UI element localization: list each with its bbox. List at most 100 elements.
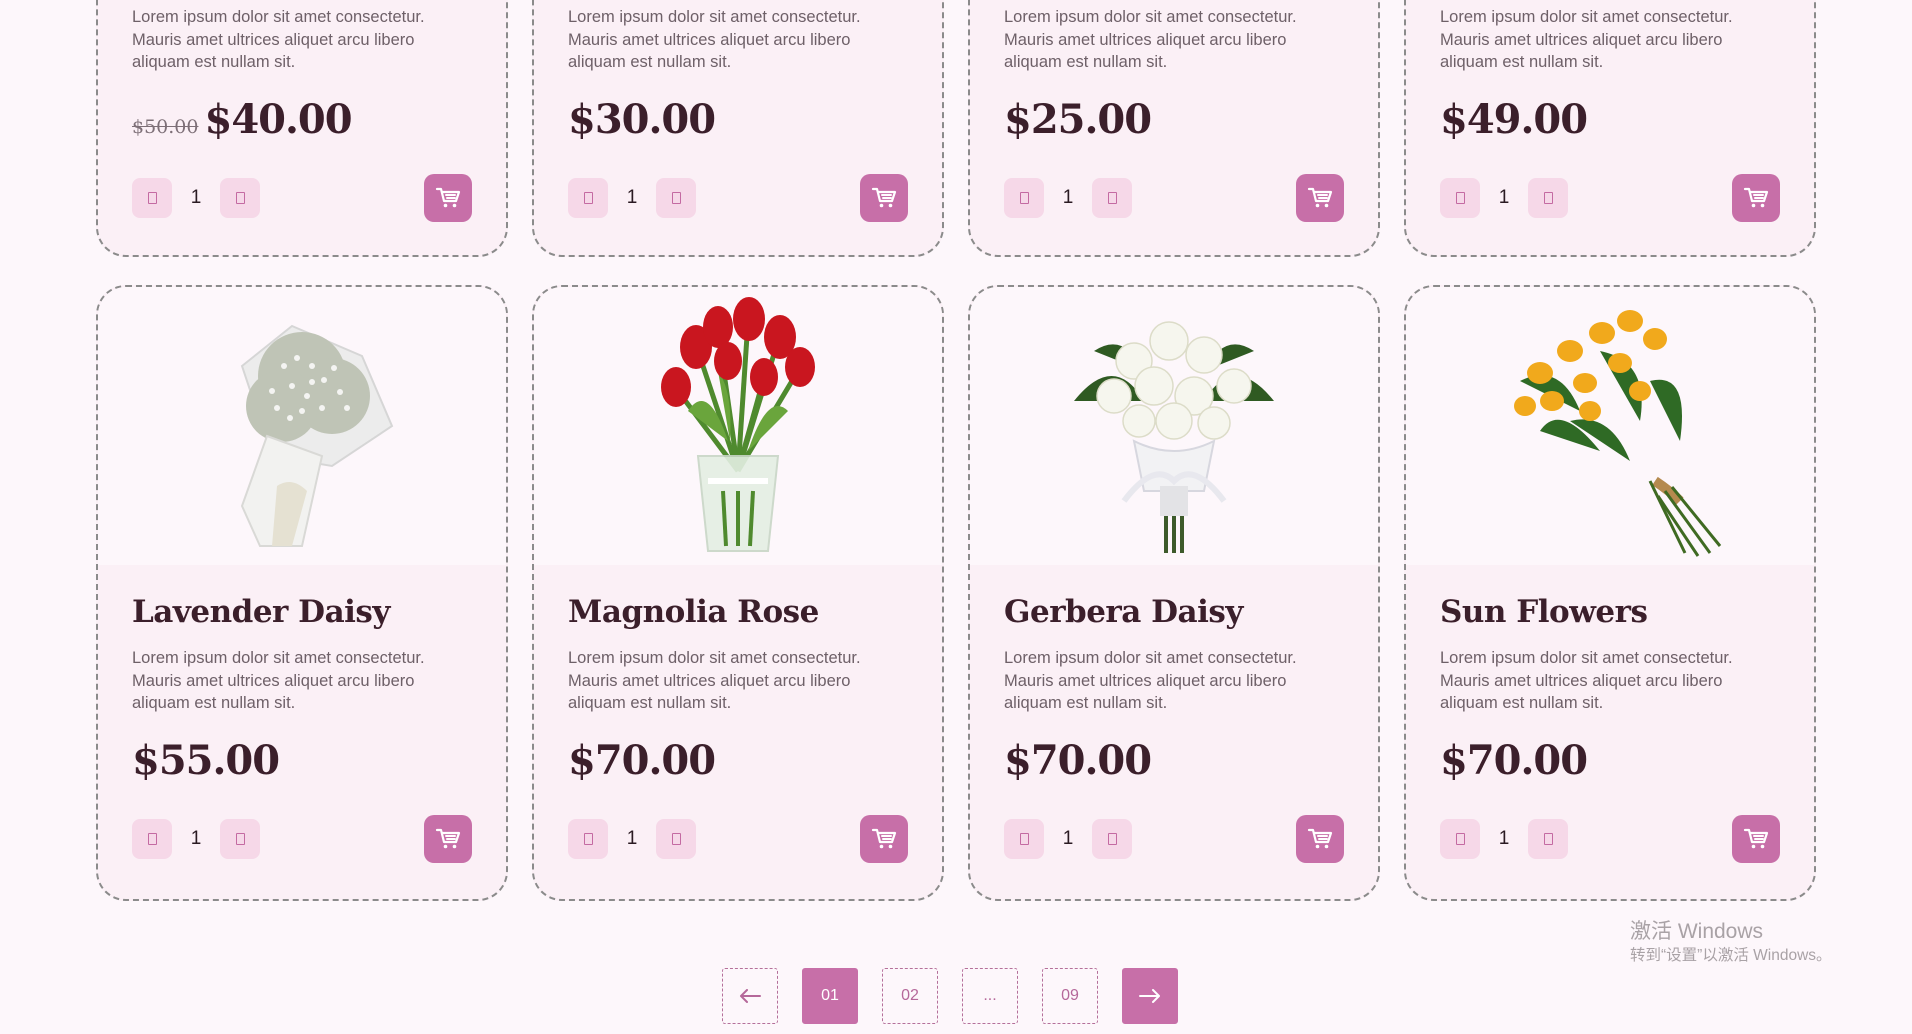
increment-button[interactable] bbox=[220, 818, 260, 859]
increment-button[interactable] bbox=[220, 177, 260, 218]
page-button-09[interactable]: 09 bbox=[1042, 968, 1098, 1024]
quantity-stepper: 1 bbox=[568, 177, 696, 218]
windows-activation-watermark: 激活 Windows 转到“设置”以激活 Windows。 bbox=[1630, 918, 1832, 966]
product-card: Lorem ipsum dolor sit amet consectetur. … bbox=[96, 0, 508, 257]
add-to-cart-button[interactable] bbox=[1296, 814, 1344, 863]
product-price: $70.00 bbox=[1004, 736, 1152, 784]
quantity-stepper: 1 bbox=[1004, 818, 1132, 859]
quantity-value: 1 bbox=[190, 186, 202, 208]
product-info: Lavender Daisy Lorem ipsum dolor sit ame… bbox=[98, 565, 506, 863]
cart-icon bbox=[871, 187, 897, 207]
product-card: Gerbera Daisy Lorem ipsum dolor sit amet… bbox=[968, 285, 1380, 901]
plus-icon bbox=[671, 832, 681, 845]
plus-icon bbox=[1543, 191, 1553, 204]
increment-button[interactable] bbox=[656, 818, 696, 859]
add-to-cart-button[interactable] bbox=[860, 173, 908, 222]
add-to-cart-button[interactable] bbox=[1732, 814, 1780, 863]
watermark-line-1: 激活 Windows bbox=[1630, 920, 1764, 943]
quantity-value: 1 bbox=[1062, 827, 1074, 849]
increment-button[interactable] bbox=[1528, 818, 1568, 859]
prev-page-button[interactable] bbox=[722, 968, 778, 1024]
decrement-button[interactable] bbox=[1004, 177, 1044, 218]
product-price: $70.00 bbox=[1440, 736, 1588, 784]
decrement-button[interactable] bbox=[1440, 177, 1480, 218]
next-page-button[interactable] bbox=[1122, 968, 1178, 1024]
plus-icon bbox=[1107, 832, 1117, 845]
plus-icon bbox=[1107, 191, 1117, 204]
minus-icon bbox=[583, 191, 593, 204]
next-arrow-icon bbox=[1139, 989, 1160, 1003]
product-description: Lorem ipsum dolor sit amet consectetur. … bbox=[1004, 8, 1297, 71]
price-row: $55.00 bbox=[132, 737, 472, 791]
product-info: Lorem ipsum dolor sit amet consectetur. … bbox=[534, 0, 942, 222]
product-title[interactable]: Gerbera Daisy bbox=[1004, 595, 1344, 629]
quantity-stepper: 1 bbox=[132, 177, 260, 218]
quantity-stepper: 1 bbox=[1004, 177, 1132, 218]
decrement-button[interactable] bbox=[132, 177, 172, 218]
quantity-value: 1 bbox=[626, 827, 638, 849]
minus-icon bbox=[1019, 832, 1029, 845]
minus-icon bbox=[1019, 191, 1029, 204]
cart-icon bbox=[1743, 187, 1769, 207]
quantity-value: 1 bbox=[1062, 186, 1074, 208]
product-description: Lorem ipsum dolor sit amet consectetur. … bbox=[1440, 649, 1733, 713]
product-title[interactable]: Sun Flowers bbox=[1440, 595, 1780, 629]
product-price: $55.00 bbox=[132, 736, 280, 784]
price-row: $70.00 bbox=[1440, 737, 1780, 791]
increment-button[interactable] bbox=[656, 177, 696, 218]
product-image[interactable] bbox=[98, 287, 506, 565]
page-button-02[interactable]: 02 bbox=[882, 968, 938, 1024]
plus-icon bbox=[235, 191, 245, 204]
product-card: Magnolia Rose Lorem ipsum dolor sit amet… bbox=[532, 285, 944, 901]
product-price: $30.00 bbox=[568, 95, 716, 143]
product-image[interactable] bbox=[970, 287, 1378, 565]
product-info: Magnolia Rose Lorem ipsum dolor sit amet… bbox=[534, 565, 942, 863]
price-row: $70.00 bbox=[568, 737, 908, 791]
product-card: Lorem ipsum dolor sit amet consectetur. … bbox=[532, 0, 944, 257]
card-actions: 1 bbox=[1440, 814, 1780, 863]
card-actions: 1 bbox=[132, 173, 472, 222]
price-row: $50.00 $40.00 bbox=[132, 96, 472, 150]
prev-arrow-icon bbox=[740, 989, 761, 1003]
product-title[interactable]: Lavender Daisy bbox=[132, 595, 472, 629]
decrement-button[interactable] bbox=[1004, 818, 1044, 859]
cart-icon bbox=[435, 828, 461, 848]
product-card: Lorem ipsum dolor sit amet consectetur. … bbox=[968, 0, 1380, 257]
price-row: $25.00 bbox=[1004, 96, 1344, 150]
quantity-value: 1 bbox=[626, 186, 638, 208]
add-to-cart-button[interactable] bbox=[424, 173, 472, 222]
increment-button[interactable] bbox=[1092, 818, 1132, 859]
cart-icon bbox=[871, 828, 897, 848]
decrement-button[interactable] bbox=[568, 177, 608, 218]
product-image[interactable] bbox=[1406, 287, 1814, 565]
product-description: Lorem ipsum dolor sit amet consectetur. … bbox=[1440, 8, 1733, 71]
add-to-cart-button[interactable] bbox=[860, 814, 908, 863]
quantity-value: 1 bbox=[190, 827, 202, 849]
price-row: $30.00 bbox=[568, 96, 908, 150]
decrement-button[interactable] bbox=[132, 818, 172, 859]
page-ellipsis: ... bbox=[962, 968, 1018, 1024]
cart-icon bbox=[1743, 828, 1769, 848]
cart-icon bbox=[435, 187, 461, 207]
white-gypsophila-bouquet-icon bbox=[240, 324, 394, 547]
add-to-cart-button[interactable] bbox=[424, 814, 472, 863]
minus-icon bbox=[1455, 191, 1465, 204]
decrement-button[interactable] bbox=[568, 818, 608, 859]
product-card: Lavender Daisy Lorem ipsum dolor sit ame… bbox=[96, 285, 508, 901]
product-info: Lorem ipsum dolor sit amet consectetur. … bbox=[970, 0, 1378, 222]
product-image[interactable] bbox=[534, 287, 942, 565]
product-title[interactable]: Magnolia Rose bbox=[568, 595, 908, 629]
quantity-value: 1 bbox=[1498, 186, 1510, 208]
increment-button[interactable] bbox=[1528, 177, 1568, 218]
price-row: $70.00 bbox=[1004, 737, 1344, 791]
add-to-cart-button[interactable] bbox=[1732, 173, 1780, 222]
add-to-cart-button[interactable] bbox=[1296, 173, 1344, 222]
product-price: $25.00 bbox=[1004, 95, 1152, 143]
card-actions: 1 bbox=[568, 814, 908, 863]
page-button-01[interactable]: 01 bbox=[802, 968, 858, 1024]
increment-button[interactable] bbox=[1092, 177, 1132, 218]
minus-icon bbox=[1455, 832, 1465, 845]
product-info: Lorem ipsum dolor sit amet consectetur. … bbox=[98, 0, 506, 222]
product-description: Lorem ipsum dolor sit amet consectetur. … bbox=[568, 649, 861, 713]
decrement-button[interactable] bbox=[1440, 818, 1480, 859]
